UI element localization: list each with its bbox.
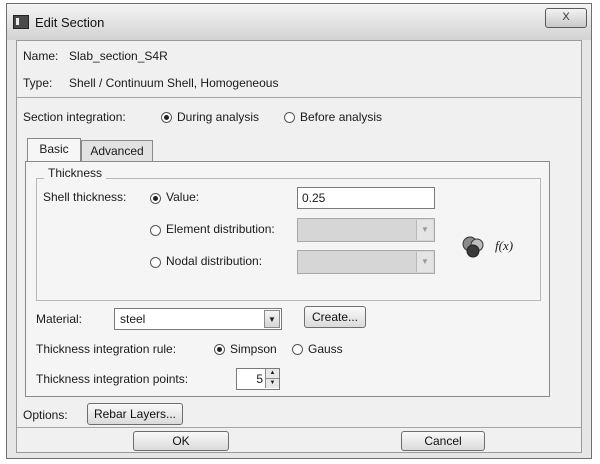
thickness-group-title: Thickness [44, 166, 107, 180]
tab-basic-label: Basic [39, 142, 69, 156]
thickness-value-input[interactable]: 0.25 [297, 187, 435, 209]
footer-divider [17, 427, 581, 428]
ok-button[interactable]: OK [133, 431, 229, 451]
create-label: Create... [311, 310, 359, 324]
spin-up-icon[interactable]: ▲ [265, 369, 279, 379]
close-icon: X [562, 11, 570, 23]
create-material-button[interactable]: Create... [304, 306, 366, 328]
close-button[interactable]: X [545, 8, 587, 28]
function-tool-icon[interactable] [461, 235, 487, 259]
gauss-label[interactable]: Gauss [308, 342, 343, 356]
dropdown-arrow-icon: ▼ [416, 220, 433, 240]
element-distribution-radio[interactable] [150, 225, 161, 236]
before-analysis-label[interactable]: Before analysis [300, 110, 382, 124]
material-label: Material: [36, 312, 83, 326]
type-label: Type: [23, 76, 53, 90]
thickness-group: Shell thickness: Value: 0.25 Element dis… [36, 178, 541, 301]
gauss-radio[interactable] [292, 344, 303, 355]
material-value: steel [120, 312, 146, 326]
section-integration-label: Section integration: [23, 110, 126, 124]
material-select[interactable]: steel ▼ [114, 308, 282, 330]
rebar-layers-button[interactable]: Rebar Layers... [87, 403, 183, 425]
ok-label: OK [172, 434, 190, 448]
spin-down-icon[interactable]: ▼ [265, 379, 279, 388]
function-label[interactable]: f(x) [495, 238, 513, 254]
dialog-title: Edit Section [35, 15, 105, 30]
options-label: Options: [23, 408, 68, 422]
simpson-radio[interactable] [214, 344, 225, 355]
during-analysis-label[interactable]: During analysis [177, 110, 259, 124]
divider [17, 97, 581, 98]
dropdown-arrow-icon: ▼ [264, 310, 280, 328]
tab-basic[interactable]: Basic [27, 138, 81, 162]
section-name: Slab_section_S4R [69, 49, 168, 63]
tab-advanced-label: Advanced [90, 144, 144, 158]
title-bar[interactable]: Edit Section X [7, 4, 591, 40]
dialog-body: Name: Slab_section_S4R Type: Shell / Con… [16, 40, 582, 453]
rebar-layers-label: Rebar Layers... [93, 407, 177, 421]
element-distribution-label[interactable]: Element distribution: [166, 222, 275, 236]
integration-points-stepper[interactable]: 5 ▲ ▼ [236, 368, 280, 390]
window-icon [13, 15, 29, 29]
integration-points-value: 5 [256, 372, 263, 386]
shell-thickness-label: Shell thickness: [43, 190, 127, 204]
tab-advanced[interactable]: Advanced [81, 140, 153, 162]
edit-section-dialog: Edit Section X Name: Slab_section_S4R Ty… [6, 3, 592, 459]
basic-tab-panel: Thickness Shell thickness: Value: 0.25 E… [25, 161, 550, 397]
integration-points-label: Thickness integration points: [36, 372, 189, 386]
value-label[interactable]: Value: [166, 190, 199, 204]
nodal-distribution-select[interactable]: ▼ [297, 250, 435, 274]
simpson-label[interactable]: Simpson [230, 342, 277, 356]
nodal-distribution-radio[interactable] [150, 257, 161, 268]
dropdown-arrow-icon: ▼ [416, 252, 433, 272]
thickness-value: 0.25 [302, 191, 326, 205]
during-analysis-radio[interactable] [161, 112, 172, 123]
before-analysis-radio[interactable] [284, 112, 295, 123]
nodal-distribution-label[interactable]: Nodal distribution: [166, 254, 262, 268]
value-radio[interactable] [150, 193, 161, 204]
element-distribution-select[interactable]: ▼ [297, 218, 435, 242]
cancel-button[interactable]: Cancel [401, 431, 485, 451]
section-type: Shell / Continuum Shell, Homogeneous [69, 76, 279, 90]
cancel-label: Cancel [424, 434, 462, 448]
integration-rule-label: Thickness integration rule: [36, 342, 177, 356]
name-label: Name: [23, 49, 59, 63]
